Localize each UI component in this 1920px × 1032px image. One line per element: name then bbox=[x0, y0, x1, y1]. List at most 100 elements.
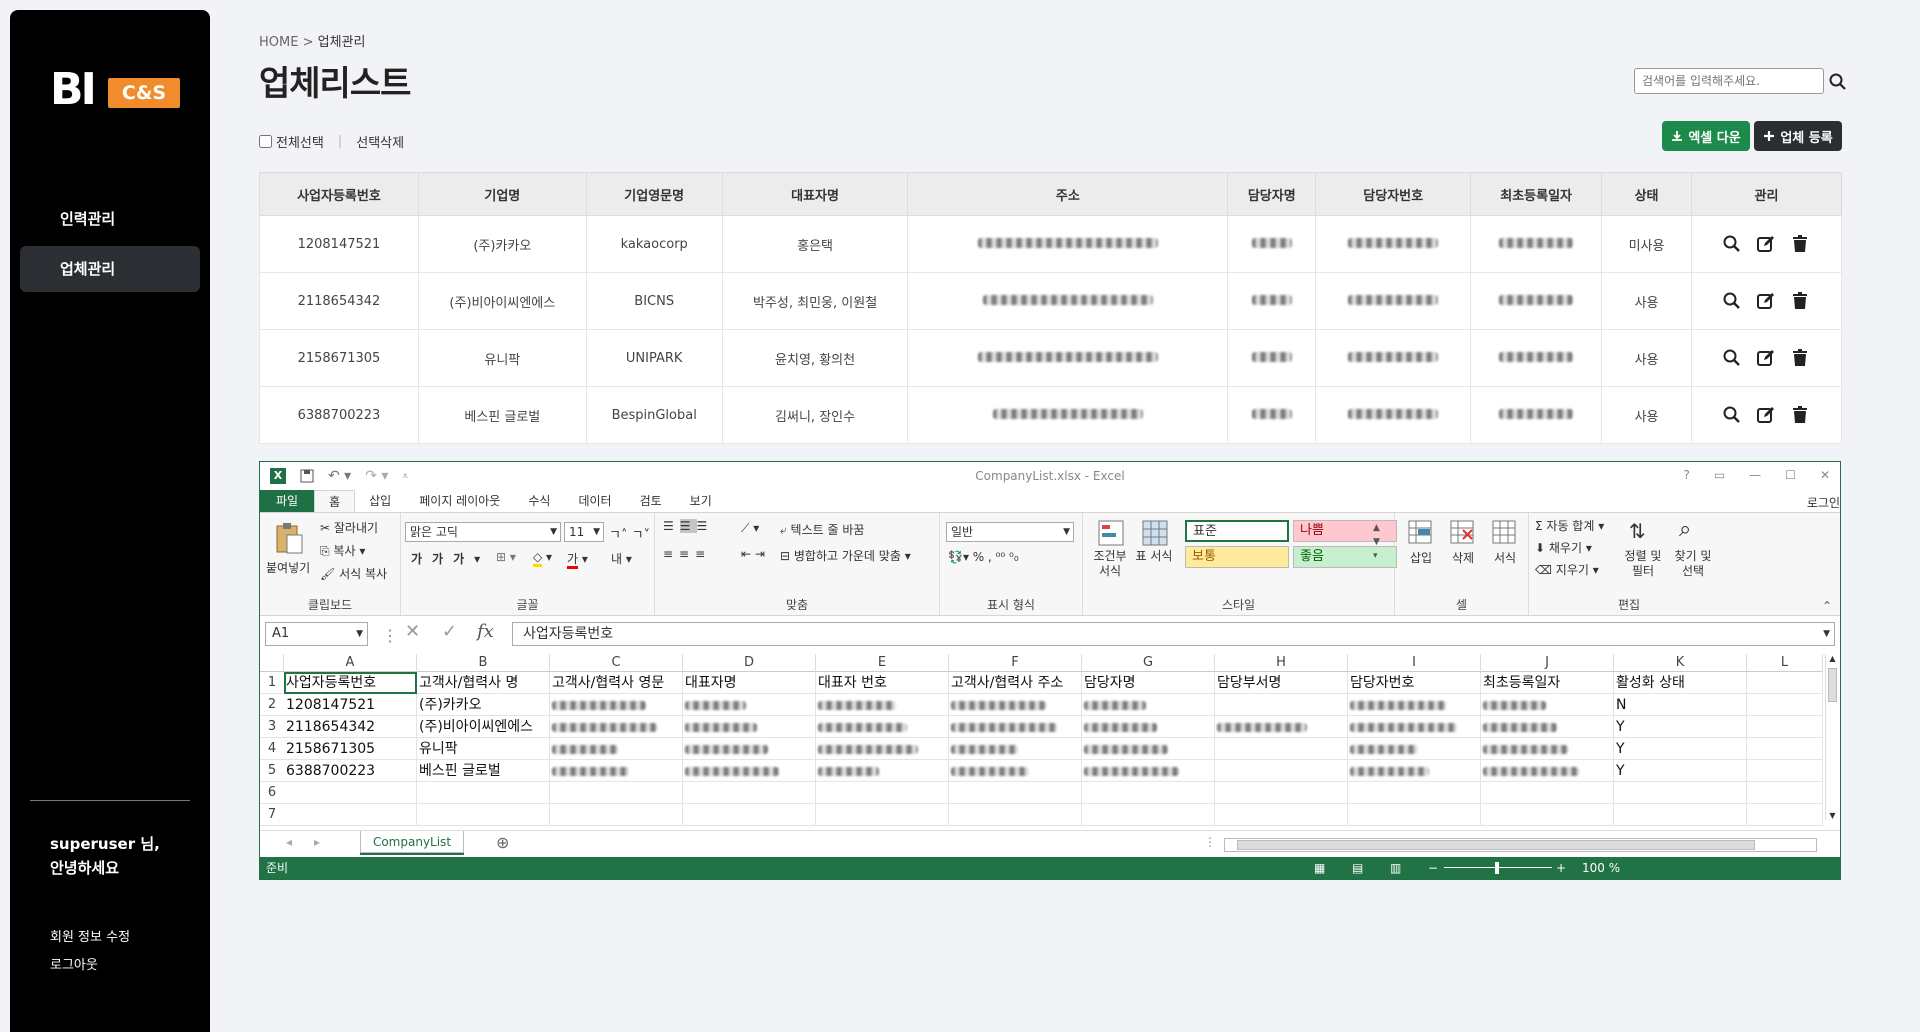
column-header[interactable]: I bbox=[1348, 654, 1481, 672]
grid-cell[interactable] bbox=[949, 782, 1082, 804]
delete-icon[interactable] bbox=[1790, 405, 1810, 425]
scroll-up-icon[interactable]: ▲ bbox=[1826, 654, 1839, 663]
grid-cell[interactable] bbox=[1481, 760, 1614, 782]
cut-button[interactable]: ✂ 잘라내기 bbox=[320, 519, 378, 536]
copy-button[interactable]: ⎘ 복사 ▾ bbox=[320, 542, 365, 559]
grid-cell[interactable] bbox=[1082, 738, 1215, 760]
autosum-button[interactable]: Σ 자동 합계 ▾ bbox=[1535, 517, 1604, 534]
sidebar-item-staff[interactable]: 인력관리 bbox=[20, 196, 200, 242]
grid-cell[interactable] bbox=[550, 738, 683, 760]
vertical-align-icons[interactable]: ☰☰☰ bbox=[663, 519, 713, 533]
bold-italic-underline-icons[interactable]: 가가가▾ bbox=[411, 550, 490, 567]
row-header[interactable]: 3 bbox=[260, 716, 284, 738]
column-header[interactable]: C bbox=[550, 654, 683, 672]
grid-cell[interactable] bbox=[683, 760, 816, 782]
grid-cell[interactable] bbox=[1082, 804, 1215, 826]
conditional-format-icon[interactable] bbox=[1097, 519, 1125, 547]
merge-center-button[interactable]: ⊟ 병합하고 가운데 맞춤 ▾ bbox=[780, 547, 911, 564]
sidebar-item-company[interactable]: 업체관리 bbox=[20, 246, 200, 292]
grid-cell[interactable]: 고객사/협력사 영문 bbox=[550, 672, 683, 694]
style-bad[interactable]: 나쁨 bbox=[1293, 520, 1397, 542]
grid-cell[interactable] bbox=[1215, 760, 1348, 782]
grid-cell[interactable]: (주)카카오 bbox=[417, 694, 550, 716]
grid-cell[interactable]: Y bbox=[1614, 738, 1747, 760]
grid-cell[interactable] bbox=[949, 716, 1082, 738]
grid-cell[interactable]: 활성화 상태 bbox=[1614, 672, 1747, 694]
row-header[interactable]: 1 bbox=[260, 672, 284, 694]
tab-data[interactable]: 데이터 bbox=[564, 490, 625, 512]
function-icon[interactable]: fx bbox=[477, 621, 494, 642]
grid-cell[interactable] bbox=[1082, 694, 1215, 716]
grid-cell[interactable] bbox=[1082, 760, 1215, 782]
grid-cell[interactable] bbox=[1481, 804, 1614, 826]
delete-icon[interactable] bbox=[1790, 348, 1810, 368]
fill-color-icon[interactable]: ◇ ▾ bbox=[533, 550, 552, 567]
grid-cell[interactable]: (주)비아이씨엔에스 bbox=[417, 716, 550, 738]
grid-cell[interactable] bbox=[816, 716, 949, 738]
select-all-checkbox[interactable] bbox=[259, 135, 272, 148]
grid-cell[interactable] bbox=[1215, 782, 1348, 804]
edit-icon[interactable] bbox=[1756, 405, 1776, 425]
font-color-icon[interactable]: 가 ▾ bbox=[567, 550, 588, 569]
grid-cell[interactable] bbox=[1481, 782, 1614, 804]
indent-icons[interactable]: ⇤ ⇥ bbox=[741, 547, 765, 561]
grid-cell[interactable] bbox=[284, 804, 417, 826]
spreadsheet-grid[interactable]: A B C D E F G H I J K L 1 사업자등록번호 고객사/협력사 명 고객사/협력사 영문 대… bbox=[260, 654, 1828, 830]
column-header[interactable]: G bbox=[1082, 654, 1215, 672]
delete-cells-label[interactable]: 삭제 bbox=[1452, 549, 1474, 566]
column-header[interactable]: E bbox=[816, 654, 949, 672]
row-header[interactable]: 5 bbox=[260, 760, 284, 782]
search-icon[interactable] bbox=[1828, 72, 1848, 92]
format-cells-icon[interactable] bbox=[1491, 519, 1517, 545]
grid-cell[interactable] bbox=[1348, 738, 1481, 760]
tab-home[interactable]: 홈 bbox=[314, 490, 356, 512]
format-as-table-icon[interactable] bbox=[1141, 519, 1169, 547]
format-as-table-label[interactable]: 표 서식 bbox=[1133, 549, 1175, 564]
font-size-select[interactable]: 11 ▼ bbox=[564, 522, 604, 542]
grid-cell[interactable] bbox=[1747, 694, 1823, 716]
delete-icon[interactable] bbox=[1790, 291, 1810, 311]
breadcrumb-home[interactable]: HOME bbox=[259, 35, 298, 50]
page-break-view-icon[interactable]: ▥ bbox=[1390, 857, 1401, 879]
column-header[interactable]: F bbox=[949, 654, 1082, 672]
grid-cell[interactable]: Y bbox=[1614, 760, 1747, 782]
grid-cell[interactable] bbox=[683, 738, 816, 760]
clear-button[interactable]: ⌫ 지우기 ▾ bbox=[1535, 561, 1599, 578]
grid-cell[interactable]: 대표자명 bbox=[683, 672, 816, 694]
sort-filter-icon[interactable]: ⇅ bbox=[1629, 519, 1646, 543]
horizontal-align-icons[interactable]: ≡≡≡ bbox=[663, 547, 711, 561]
edit-icon[interactable] bbox=[1756, 234, 1776, 254]
formula-input[interactable]: 사업자등록번호 ▼ bbox=[512, 622, 1835, 646]
logo[interactable]: BI C&S bbox=[50, 58, 182, 115]
zoom-out-icon[interactable]: − bbox=[1428, 857, 1438, 879]
grid-cell[interactable] bbox=[1481, 738, 1614, 760]
grid-cell[interactable] bbox=[550, 716, 683, 738]
grid-cell[interactable] bbox=[417, 804, 550, 826]
border-icon[interactable]: ⊞ ▾ bbox=[496, 550, 516, 564]
paste-icon[interactable] bbox=[274, 521, 304, 555]
grid-cell[interactable] bbox=[816, 694, 949, 716]
style-neutral[interactable]: 보통 bbox=[1185, 546, 1289, 568]
grid-cell[interactable] bbox=[1348, 760, 1481, 782]
grid-cell[interactable] bbox=[683, 716, 816, 738]
edit-icon[interactable] bbox=[1756, 348, 1776, 368]
grid-cell[interactable] bbox=[1082, 716, 1215, 738]
grid-cell[interactable]: 2118654342 bbox=[284, 716, 417, 738]
row-header[interactable]: 7 bbox=[260, 804, 284, 826]
grid-cell[interactable] bbox=[1348, 716, 1481, 738]
column-header[interactable]: J bbox=[1481, 654, 1614, 672]
grid-cell[interactable] bbox=[1747, 760, 1823, 782]
maximize-icon[interactable]: ☐ bbox=[1785, 468, 1796, 482]
grid-cell[interactable]: 고객사/협력사 명 bbox=[417, 672, 550, 694]
wrap-text-button[interactable]: ⤶ 텍스트 줄 바꿈 bbox=[780, 521, 864, 538]
grid-cell[interactable] bbox=[816, 782, 949, 804]
login-link[interactable]: 로그인 bbox=[1807, 494, 1840, 511]
grid-cell[interactable] bbox=[1215, 738, 1348, 760]
grid-cell[interactable] bbox=[550, 782, 683, 804]
column-header[interactable]: H bbox=[1215, 654, 1348, 672]
grid-cell[interactable] bbox=[816, 738, 949, 760]
grid-cell[interactable]: Y bbox=[1614, 716, 1747, 738]
style-normal[interactable]: 표준 bbox=[1185, 520, 1289, 542]
help-icon[interactable]: ? bbox=[1683, 468, 1689, 482]
grid-cell[interactable] bbox=[683, 782, 816, 804]
